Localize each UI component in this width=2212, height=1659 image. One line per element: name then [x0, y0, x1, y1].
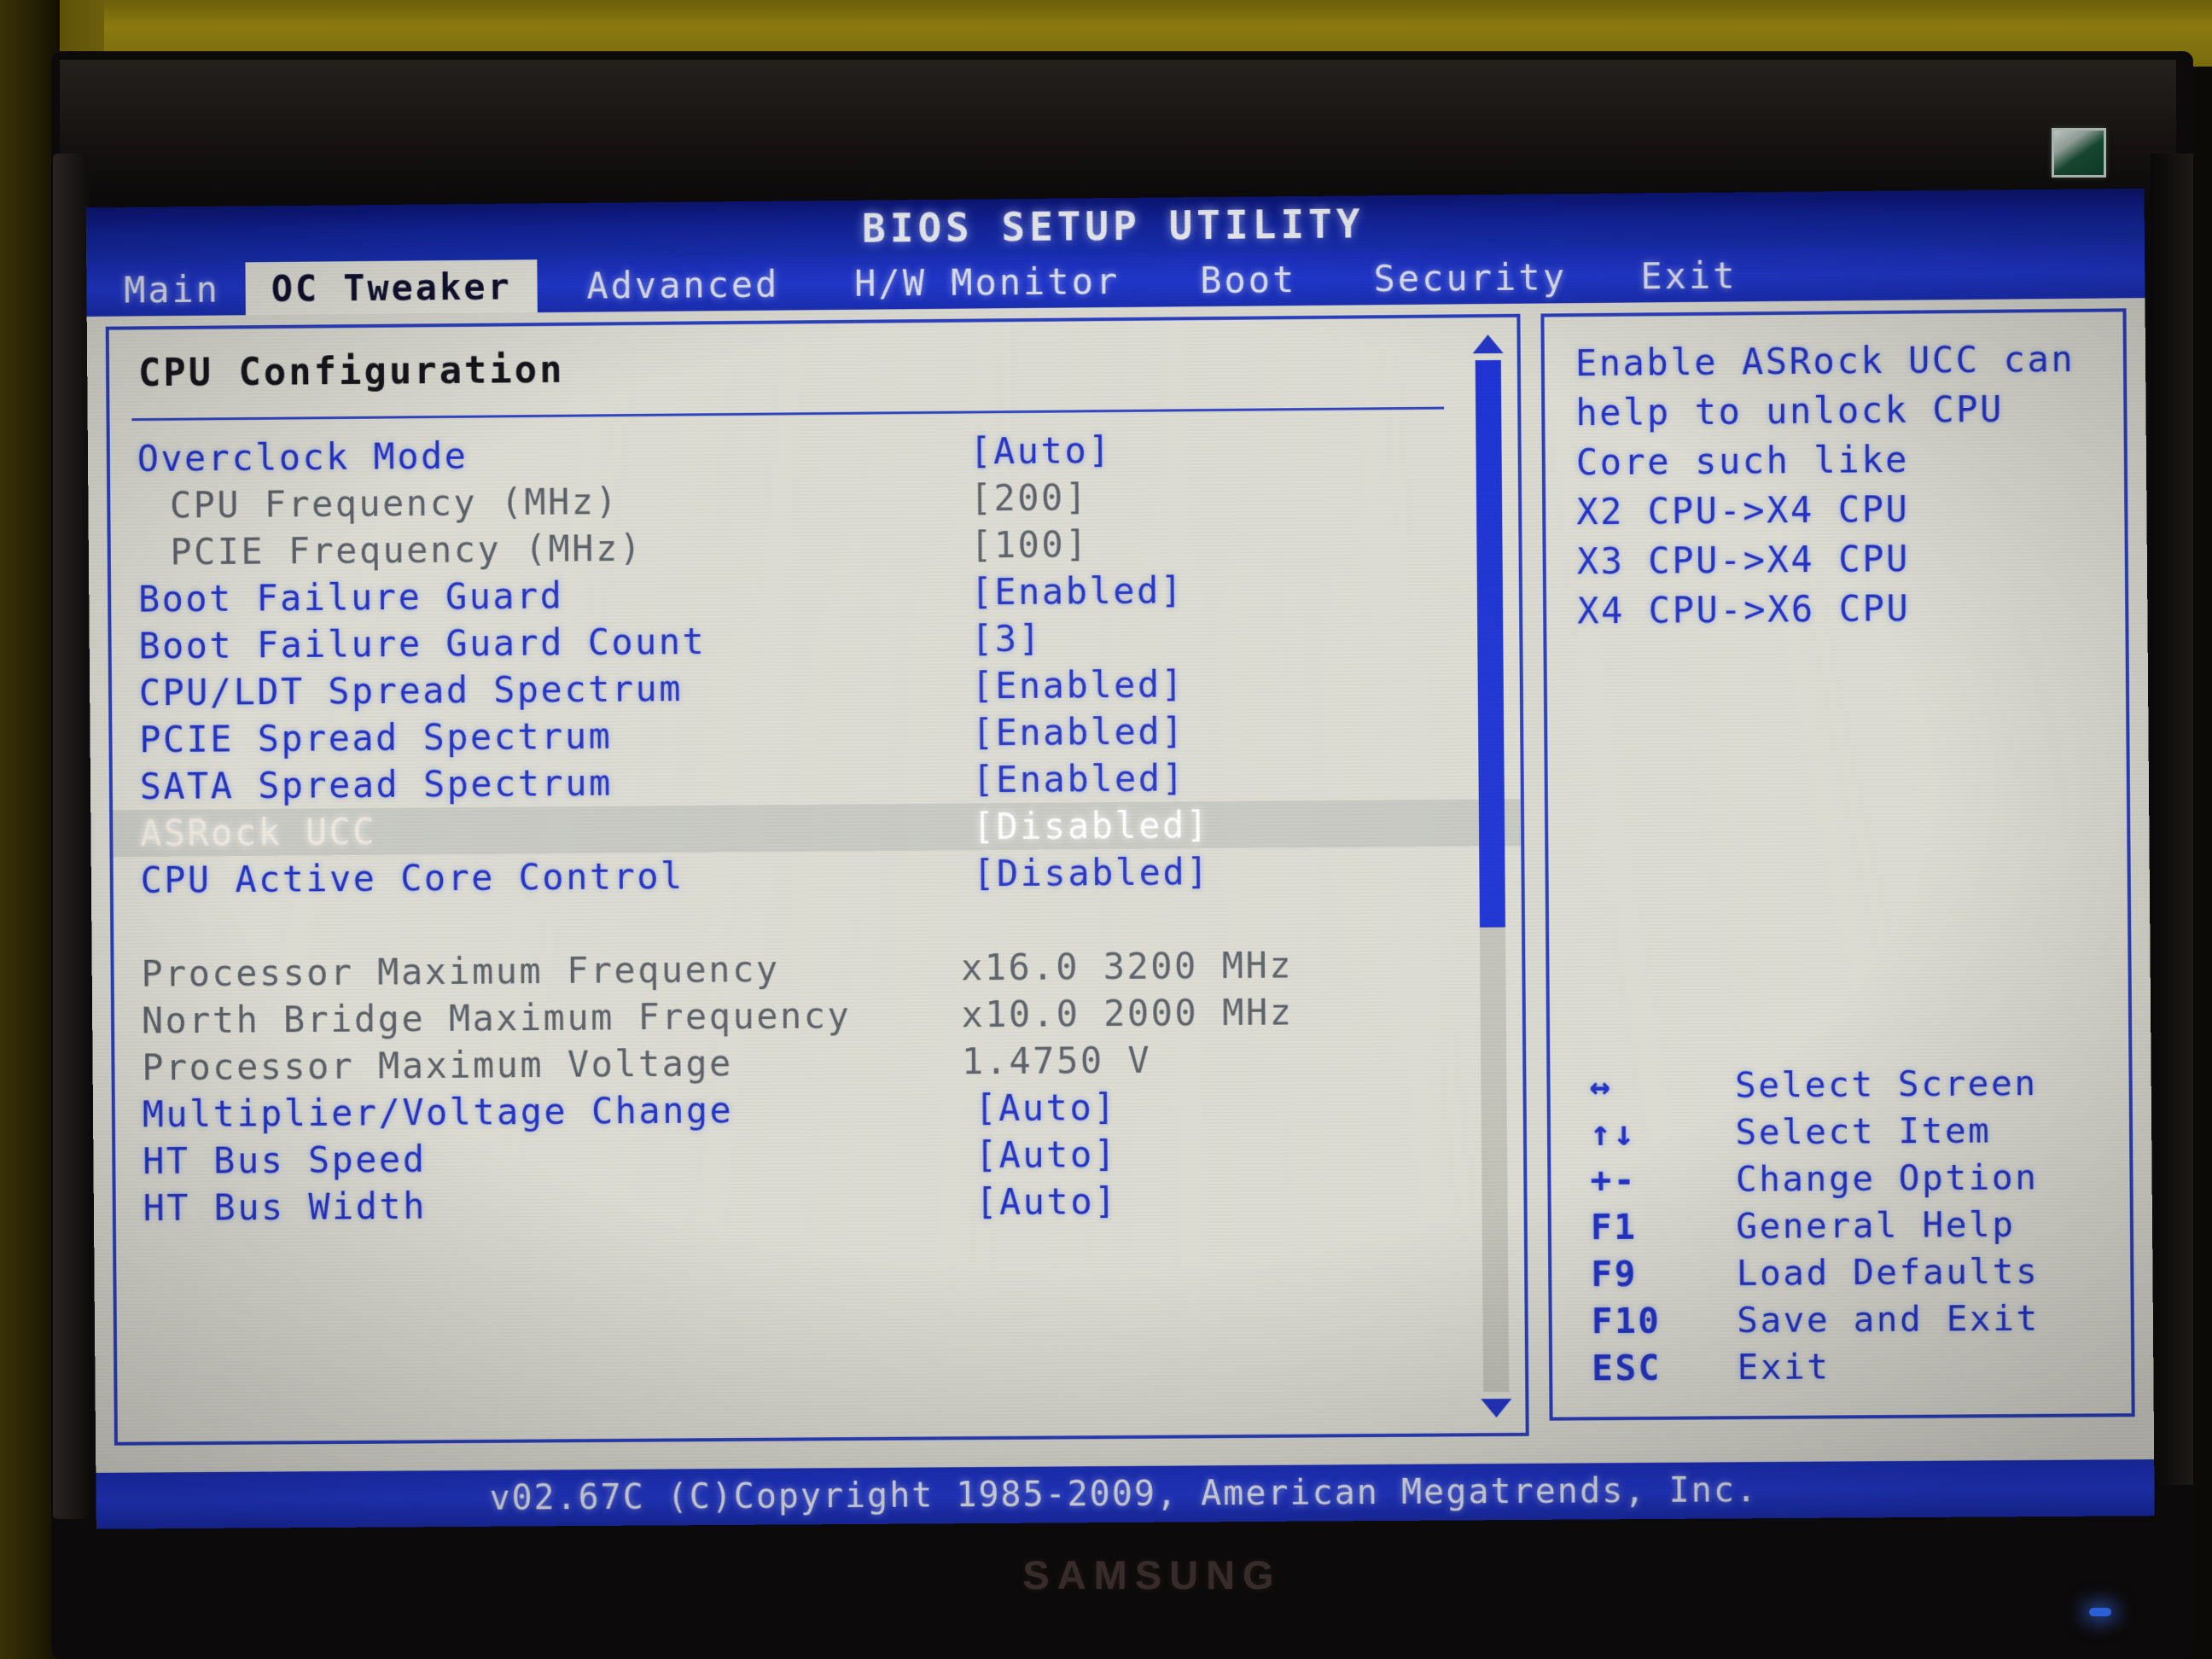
legend-description: Select Screen [1734, 1062, 2038, 1106]
setting-label: CPU/LDT Spread Spectrum [138, 667, 684, 714]
setting-value[interactable]: [Enabled] [971, 663, 1185, 707]
help-line: X2 CPU->X4 CPU [1576, 487, 1910, 533]
info-value: x10.0 2000 MHz [961, 991, 1294, 1036]
monitor-brand-logo: SAMSUNG [1022, 1552, 1282, 1598]
setting-value[interactable]: [Auto] [969, 429, 1112, 472]
scrollbar-track[interactable] [1475, 359, 1510, 1393]
setting-label: ASRock UCC [140, 810, 377, 855]
legend-description: Exit [1737, 1345, 1831, 1388]
legend-row-general-help: F1 General Help [1574, 1200, 2118, 1251]
setting-value[interactable]: [100] [970, 523, 1089, 566]
bios-screen: BIOS SETUP UTILITY Main OC Tweaker Advan… [85, 188, 2155, 1529]
setting-label: CPU Active Core Control [140, 855, 684, 901]
tab-main[interactable]: Main [86, 262, 246, 317]
setting-value[interactable]: [Enabled] [972, 710, 1185, 754]
esc-key-label: ESC [1592, 1347, 1662, 1388]
help-line: X4 CPU->X6 CPU [1577, 587, 1911, 632]
tab-boot[interactable]: Boot [1145, 253, 1323, 307]
info-label: Processor Maximum Frequency [141, 948, 780, 995]
info-value: x16.0 3200 MHz [960, 944, 1294, 989]
legend-row-select-screen: ↔ Select Screen [1572, 1058, 2116, 1109]
setting-value[interactable]: [Enabled] [970, 569, 1184, 613]
help-line: Enable ASRock UCC can [1575, 337, 2075, 385]
setting-value[interactable]: [Disabled] [973, 804, 1210, 847]
setting-label: HT Bus Speed [143, 1138, 427, 1183]
legend-description: General Help [1736, 1203, 2016, 1247]
info-value: 1.4750 V [961, 1039, 1152, 1083]
power-led-indicator [2089, 1608, 2111, 1616]
setting-label: PCIE Frequency (MHz) [170, 527, 643, 573]
tab-exit[interactable]: Exit [1592, 248, 1763, 303]
setting-label: PCIE Spread Spectrum [139, 714, 613, 761]
help-line: X3 CPU->X4 CPU [1576, 538, 1911, 583]
tab-hw-monitor[interactable]: H/W Monitor [805, 254, 1145, 311]
setting-label: Multiplier/Voltage Change [142, 1089, 734, 1136]
up-down-arrow-icon: ↑↓ [1589, 1112, 1637, 1154]
help-line: help to unlock CPU [1575, 387, 2005, 434]
monitor-viewport: BIOS SETUP UTILITY Main OC Tweaker Advan… [85, 188, 2155, 1529]
scrollbar-thumb[interactable] [1475, 359, 1505, 928]
setting-value[interactable]: [Auto] [975, 1133, 1118, 1176]
setting-value[interactable]: [200] [970, 476, 1089, 519]
f10-key-label: F10 [1591, 1300, 1662, 1342]
setting-row-ht-bus-width[interactable]: HT Bus Width [Auto] [116, 1175, 1524, 1232]
settings-row-list: Overclock Mode [Auto] CPU Frequency (MHz… [110, 423, 1526, 1442]
help-line: Core such like [1575, 438, 1910, 484]
bezel-left-edge [53, 154, 89, 1519]
legend-description: Save and Exit [1736, 1297, 2040, 1341]
setting-label: Boot Failure Guard [137, 574, 564, 620]
photo-scene: BIOS SETUP UTILITY Main OC Tweaker Advan… [0, 0, 2212, 1659]
left-right-arrow-icon: ↔ [1589, 1065, 1614, 1107]
legend-row-load-defaults: F9 Load Defaults [1574, 1247, 2118, 1298]
tab-oc-tweaker[interactable]: OC Tweaker [245, 259, 538, 316]
bezel-top-sheen [60, 60, 2176, 196]
setting-value[interactable]: [3] [971, 618, 1043, 661]
key-legend: ↔ Select Screen ↑↓ Select Item +- Change… [1572, 1058, 2119, 1391]
f1-key-label: F1 [1590, 1206, 1638, 1248]
info-label: Processor Maximum Voltage [142, 1042, 734, 1089]
help-text-block: Enable ASRock UCC can help to unlock CPU… [1575, 335, 2114, 637]
legend-description: Load Defaults [1736, 1249, 2040, 1294]
setting-label: SATA Spread Spectrum [139, 761, 613, 808]
bezel-right-edge [2151, 154, 2193, 1485]
help-panel: Enable ASRock UCC can help to unlock CPU… [1540, 308, 2135, 1421]
tab-security[interactable]: Security [1322, 250, 1592, 306]
plus-minus-icon: +- [1590, 1159, 1638, 1201]
setting-label: HT Bus Width [143, 1185, 428, 1230]
scroll-down-arrow-icon[interactable] [1481, 1398, 1512, 1418]
info-label: North Bridge Maximum Frequency [141, 994, 852, 1042]
settings-panel: CPU Configuration Overclock Mode [Auto] … [105, 313, 1529, 1446]
setting-label: Overclock Mode [137, 434, 469, 480]
setting-value[interactable]: [Auto] [975, 1086, 1117, 1129]
legend-row-save-and-exit: F10 Save and Exit [1575, 1294, 2119, 1344]
setting-value[interactable]: [Enabled] [972, 757, 1185, 800]
setting-label: Boot Failure Guard Count [138, 620, 707, 667]
setting-value[interactable]: [Auto] [975, 1180, 1118, 1223]
legend-description: Change Option [1735, 1155, 2039, 1200]
legend-row-select-item: ↑↓ Select Item [1573, 1105, 2117, 1156]
legend-row-change-option: +- Change Option [1573, 1153, 2117, 1204]
legend-description: Select Item [1735, 1109, 1992, 1153]
bezel-sticker-icon [2052, 128, 2106, 178]
legend-row-exit: ESC Exit [1575, 1341, 2119, 1391]
setting-value[interactable]: [Disabled] [973, 851, 1210, 894]
f9-key-label: F9 [1591, 1253, 1639, 1295]
section-divider [131, 406, 1445, 422]
scroll-up-arrow-icon[interactable] [1472, 334, 1504, 354]
bios-content: CPU Configuration Overclock Mode [Auto] … [86, 298, 2155, 1464]
section-title: CPU Configuration [137, 347, 565, 396]
tab-advanced[interactable]: Advanced [537, 257, 805, 312]
setting-label: CPU Frequency (MHz) [169, 480, 620, 527]
